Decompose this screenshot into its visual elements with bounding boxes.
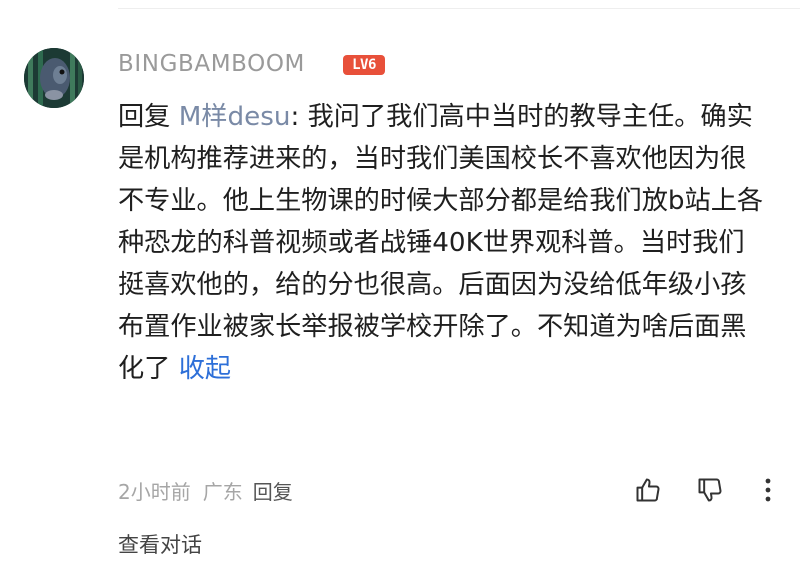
timestamp: 2小时前: [118, 479, 191, 504]
thumbs-up-icon[interactable]: [632, 474, 664, 506]
reply-button[interactable]: 回复: [253, 476, 293, 505]
thumbs-down-icon[interactable]: [694, 474, 726, 506]
view-conversation-link[interactable]: 查看对话: [118, 528, 202, 560]
comment-text: 回复 M样desu: 我问了我们高中当时的教导主任。确实是机构推荐进来的，当时我…: [118, 96, 768, 390]
mention-link[interactable]: M样desu: [179, 102, 291, 132]
collapse-link[interactable]: 收起: [179, 354, 231, 384]
reply-prefix: 回复: [118, 102, 179, 132]
level-badge: LV6: [343, 55, 385, 75]
top-divider: [118, 8, 800, 9]
comment-meta: 2小时前 广东 回复: [118, 474, 293, 506]
location: 广东: [202, 479, 243, 504]
comment-content: : 我问了我们高中当时的教导主任。确实是机构推荐进来的，当时我们美国校长不喜欢他…: [118, 102, 764, 384]
more-vertical-icon[interactable]: [752, 474, 784, 506]
avatar[interactable]: [24, 48, 84, 108]
username[interactable]: BINGBAMBOOM: [118, 48, 305, 80]
